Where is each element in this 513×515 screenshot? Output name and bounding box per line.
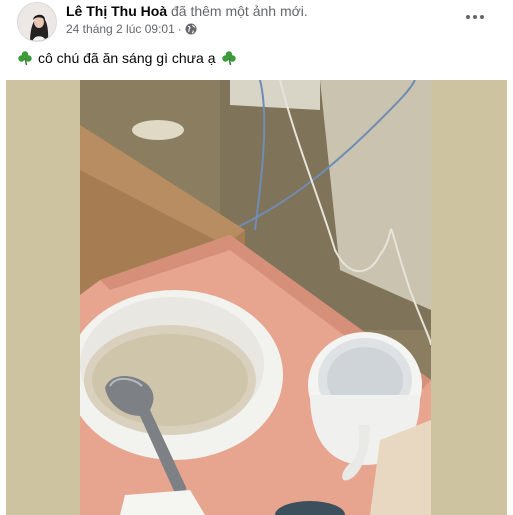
post-action-text: đã thêm một ảnh mới. bbox=[171, 3, 308, 19]
author-name-link[interactable]: Lê Thị Thu Hoà bbox=[66, 3, 167, 19]
feed-post: Lê Thị Thu Hoà đã thêm một ảnh mới. 24 t… bbox=[0, 0, 513, 515]
globe-icon bbox=[185, 23, 197, 35]
post-timestamp-link[interactable]: 24 tháng 2 lúc 09:01 bbox=[66, 22, 175, 36]
caption-text: cô chú đã ăn sáng gì chưa ạ bbox=[38, 50, 216, 66]
shamrock-icon bbox=[221, 51, 236, 66]
meta-separator: · bbox=[177, 22, 182, 36]
more-dot bbox=[473, 15, 477, 19]
post-caption: cô chú đã ăn sáng gì chưa ạ bbox=[17, 50, 237, 66]
more-dot bbox=[480, 15, 484, 19]
author-avatar[interactable] bbox=[17, 2, 57, 42]
post-meta: 24 tháng 2 lúc 09:01 · bbox=[66, 22, 197, 36]
more-dot bbox=[466, 15, 470, 19]
avatar-portrait bbox=[18, 3, 56, 41]
post-photo[interactable] bbox=[80, 80, 431, 515]
breakfast-photo bbox=[80, 80, 431, 515]
shamrock-icon bbox=[18, 51, 32, 66]
post-header-line: Lê Thị Thu Hoà đã thêm một ảnh mới. bbox=[66, 3, 308, 19]
more-options-icon[interactable] bbox=[461, 7, 489, 27]
